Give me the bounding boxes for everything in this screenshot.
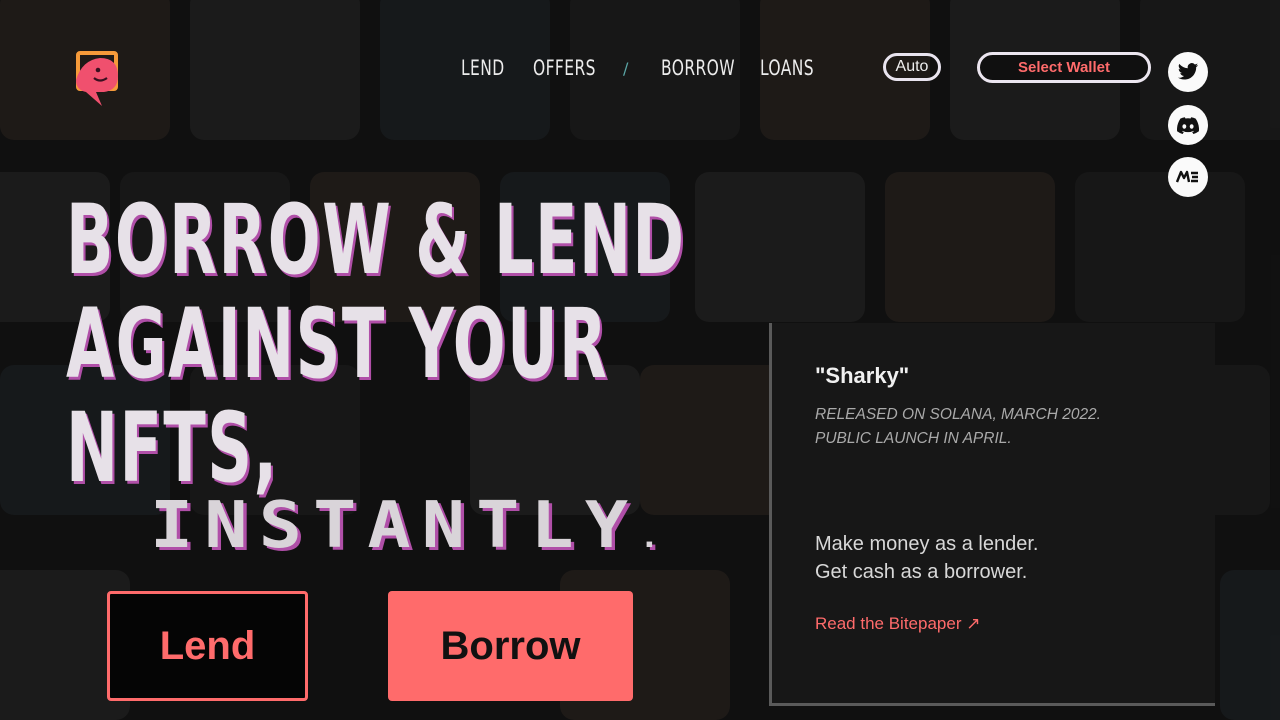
panel-body-line-1: Make money as a lender. — [815, 533, 1039, 555]
hero-accent-punct: . — [639, 520, 660, 555]
panel-sub-line-2: PUBLIC LAUNCH IN APRIL. — [815, 430, 1012, 447]
panel-sub-line-1: RELEASED ON SOLANA, MARCH 2022. — [815, 406, 1101, 423]
hero-accent-word: INSTANTLY. — [150, 494, 659, 570]
theme-toggle-button[interactable]: Auto — [883, 53, 941, 81]
panel-title: "Sharky" — [815, 363, 910, 388]
magic-eden-icon[interactable] — [1168, 157, 1208, 197]
bitepaper-link[interactable]: Read the Bitepaper ↗ — [815, 614, 980, 634]
panel-subtitle: RELEASED ON SOLANA, MARCH 2022. PUBLIC L… — [815, 403, 1101, 451]
sharky-logo[interactable] — [74, 50, 122, 108]
nav-offers[interactable]: OFFERS — [533, 56, 607, 80]
nav-lend[interactable]: LEND — [461, 56, 520, 80]
panel-body-line-2: Get cash as a borrower. — [815, 561, 1028, 583]
panel-body: Make money as a lender. Get cash as a bo… — [815, 530, 1038, 586]
hero-line-1: BORROW & LEND — [66, 184, 686, 296]
bitepaper-link-label: Read the Bitepaper — [815, 614, 962, 633]
hero-accent-text: INSTANTLY — [150, 489, 640, 563]
discord-icon[interactable] — [1168, 105, 1208, 145]
hero-headline: BORROW & LEND AGAINST YOUR NFTS, — [66, 188, 686, 500]
nav-separator: / — [623, 58, 629, 78]
select-wallet-button[interactable]: Select Wallet — [977, 52, 1151, 83]
external-arrow-icon: ↗ — [966, 614, 981, 633]
borrow-button[interactable]: Borrow — [388, 591, 633, 701]
lend-button[interactable]: Lend — [107, 591, 308, 701]
info-panel: "Sharky" RELEASED ON SOLANA, MARCH 2022.… — [769, 323, 1215, 706]
hero-line-2: AGAINST YOUR — [66, 288, 609, 400]
nav-loans[interactable]: LOANS — [760, 56, 814, 80]
nav-borrow[interactable]: BORROW — [661, 56, 742, 80]
twitter-icon[interactable] — [1168, 52, 1208, 92]
main-nav: LEND OFFERS / BORROW LOANS — [461, 56, 826, 80]
hero-line-3: NFTS, — [66, 392, 279, 504]
